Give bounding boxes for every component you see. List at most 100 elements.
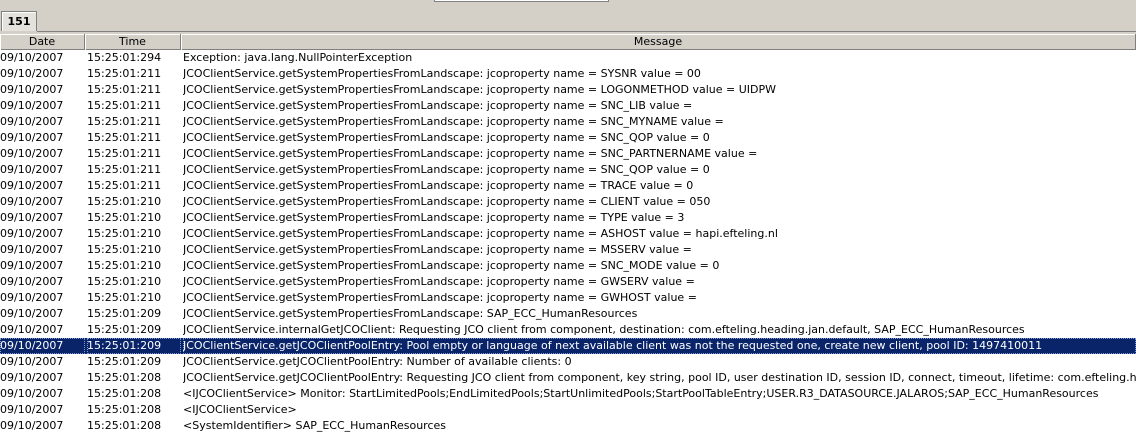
table-row[interactable]: 09/10/2007 15:25:01:211 JCOClientService.g… — [0, 66, 1136, 82]
cell-time: 15:25:01:211 — [87, 147, 162, 160]
cell-time: 15:25:01:210 — [87, 227, 162, 240]
cell-date: 09/10/2007 — [0, 67, 64, 80]
cell-time: 15:25:01:210 — [87, 211, 162, 224]
table-row[interactable]: 09/10/2007 15:25:01:208 JCOClientService.g… — [0, 370, 1136, 386]
table-row[interactable]: 09/10/2007 15:25:01:211 JCOClientService.g… — [0, 146, 1136, 162]
cell-date: 09/10/2007 — [0, 355, 64, 368]
cell-message: JCOClientService.getSystemPropertiesFrom… — [183, 147, 758, 160]
table-row[interactable]: 09/10/2007 15:25:01:208 <IJCOClientService… — [0, 386, 1136, 402]
cell-message: JCOClientService.getSystemPropertiesFrom… — [183, 227, 778, 240]
cell-date: 09/10/2007 — [0, 227, 64, 240]
log-table: Date Time Message 09/10/2007 15:25:01:294… — [0, 34, 1136, 434]
cell-message: JCOClientService.getJCOClientPoolEntry: … — [183, 355, 572, 368]
cell-date: 09/10/2007 — [0, 419, 64, 432]
cell-time: 15:25:01:210 — [87, 243, 162, 256]
cell-time: 15:25:01:211 — [87, 131, 162, 144]
cell-message: Exception: java.lang.NullPointerExceptio… — [183, 51, 413, 64]
cell-date: 09/10/2007 — [0, 163, 64, 176]
cell-message: JCOClientService.getSystemPropertiesFrom… — [183, 211, 685, 224]
cell-time: 15:25:01:211 — [87, 99, 162, 112]
cell-date: 09/10/2007 — [0, 51, 64, 64]
table-row[interactable]: 09/10/2007 15:25:01:211 JCOClientService.g… — [0, 130, 1136, 146]
toolbar-strip: 151 — [0, 0, 1136, 34]
cell-message: JCOClientService.getSystemPropertiesFrom… — [183, 115, 724, 128]
cell-date: 09/10/2007 — [0, 243, 64, 256]
cell-message: <IJCOClientService> Monitor: StartLimite… — [183, 387, 1099, 400]
cell-message: JCOClientService.getSystemPropertiesFrom… — [183, 259, 720, 272]
cell-time: 15:25:01:210 — [87, 259, 162, 272]
cell-time: 15:25:01:208 — [87, 419, 162, 432]
cell-date: 09/10/2007 — [0, 147, 64, 160]
cell-time: 15:25:01:294 — [87, 51, 162, 64]
cell-date: 09/10/2007 — [0, 211, 64, 224]
cell-time: 15:25:01:211 — [87, 163, 162, 176]
cell-date: 09/10/2007 — [0, 99, 64, 112]
table-row[interactable]: 09/10/2007 15:25:01:210 JCOClientService.g… — [0, 226, 1136, 242]
column-header-time[interactable]: Time — [85, 34, 181, 50]
cell-date: 09/10/2007 — [0, 403, 64, 416]
cell-date: 09/10/2007 — [0, 387, 64, 400]
cell-message: JCOClientService.getSystemPropertiesFrom… — [183, 275, 695, 288]
table-row[interactable]: 09/10/2007 15:25:01:208 <IJCOClientService… — [0, 402, 1136, 418]
tab-label: 151 — [7, 15, 31, 28]
column-header-message[interactable]: Message — [181, 34, 1136, 50]
table-row[interactable]: 09/10/2007 15:25:01:211 JCOClientService.g… — [0, 98, 1136, 114]
cell-time: 15:25:01:209 — [87, 355, 162, 368]
cell-date: 09/10/2007 — [0, 179, 64, 192]
cell-time: 15:25:01:209 — [87, 307, 162, 320]
cell-message: JCOClientService.getSystemPropertiesFrom… — [183, 67, 701, 80]
cell-message: JCOClientService.getSystemPropertiesFrom… — [183, 131, 710, 144]
cell-time: 15:25:01:211 — [87, 83, 162, 96]
table-row[interactable]: 09/10/2007 15:25:01:211 JCOClientService.g… — [0, 178, 1136, 194]
cell-date: 09/10/2007 — [0, 291, 64, 304]
cell-time: 15:25:01:210 — [87, 195, 162, 208]
cell-date: 09/10/2007 — [0, 83, 64, 96]
cell-message: JCOClientService.getSystemPropertiesFrom… — [183, 163, 710, 176]
table-row[interactable]: 09/10/2007 15:25:01:208 <SystemIdentifier>… — [0, 418, 1136, 434]
table-row[interactable]: 09/10/2007 15:25:01:211 JCOClientService.g… — [0, 114, 1136, 130]
cell-date: 09/10/2007 — [0, 338, 85, 354]
cell-date: 09/10/2007 — [0, 371, 64, 384]
table-row[interactable]: 09/10/2007 15:25:01:211 JCOClientService.g… — [0, 162, 1136, 178]
cell-time: 15:25:01:211 — [87, 179, 162, 192]
table-row[interactable]: 09/10/2007 15:25:01:209 JCOClientService.g… — [0, 354, 1136, 370]
filter-field[interactable] — [434, 0, 609, 2]
cell-time: 15:25:01:208 — [87, 371, 162, 384]
table-row[interactable]: 09/10/2007 15:25:01:209 JCOClientService.i… — [0, 322, 1136, 338]
table-row[interactable]: 09/10/2007 15:25:01:210 JCOClientService.g… — [0, 194, 1136, 210]
cell-message: <IJCOClientService> — [183, 403, 297, 416]
cell-time: 15:25:01:211 — [87, 67, 162, 80]
table-row[interactable]: 09/10/2007 15:25:01:210 JCOClientService.g… — [0, 242, 1136, 258]
table-header: Date Time Message — [0, 34, 1136, 50]
tab-151[interactable]: 151 — [1, 11, 37, 31]
cell-time: 15:25:01:209 — [87, 323, 162, 336]
cell-message: JCOClientService.internalGetJCOClient: R… — [183, 323, 1025, 336]
cell-message: JCOClientService.getSystemPropertiesFrom… — [183, 243, 692, 256]
cell-date: 09/10/2007 — [0, 259, 64, 272]
cell-date: 09/10/2007 — [0, 275, 64, 288]
table-row[interactable]: 09/10/2007 15:25:01:209 JCOClientService.g… — [0, 338, 1136, 354]
table-row[interactable]: 09/10/2007 15:25:01:210 JCOClientService.g… — [0, 274, 1136, 290]
cell-time: 15:25:01:210 — [87, 291, 162, 304]
tab-divider — [37, 31, 1136, 32]
cell-message: JCOClientService.getJCOClientPoolEntry: … — [183, 371, 1136, 384]
table-row[interactable]: 09/10/2007 15:25:01:294 Exception: java.la… — [0, 50, 1136, 66]
cell-message: JCOClientService.getSystemPropertiesFrom… — [183, 99, 693, 112]
cell-message: JCOClientService.getSystemPropertiesFrom… — [183, 83, 777, 96]
cell-date: 09/10/2007 — [0, 307, 64, 320]
cell-message: <SystemIdentifier> SAP_ECC_HumanResource… — [183, 419, 447, 432]
table-row[interactable]: 09/10/2007 15:25:01:209 JCOClientService.g… — [0, 306, 1136, 322]
table-row[interactable]: 09/10/2007 15:25:01:210 JCOClientService.g… — [0, 258, 1136, 274]
cell-time: 15:25:01:209 — [87, 338, 181, 354]
table-row[interactable]: 09/10/2007 15:25:01:211 JCOClientService.g… — [0, 82, 1136, 98]
cell-date: 09/10/2007 — [0, 195, 64, 208]
column-header-date[interactable]: Date — [0, 34, 85, 50]
table-row[interactable]: 09/10/2007 15:25:01:210 JCOClientService.g… — [0, 290, 1136, 306]
cell-date: 09/10/2007 — [0, 323, 64, 336]
table-row[interactable]: 09/10/2007 15:25:01:210 JCOClientService.g… — [0, 210, 1136, 226]
cell-time: 15:25:01:210 — [87, 275, 162, 288]
cell-time: 15:25:01:208 — [87, 403, 162, 416]
cell-time: 15:25:01:211 — [87, 115, 162, 128]
cell-message: JCOClientService.getSystemPropertiesFrom… — [183, 195, 711, 208]
cell-date: 09/10/2007 — [0, 115, 64, 128]
